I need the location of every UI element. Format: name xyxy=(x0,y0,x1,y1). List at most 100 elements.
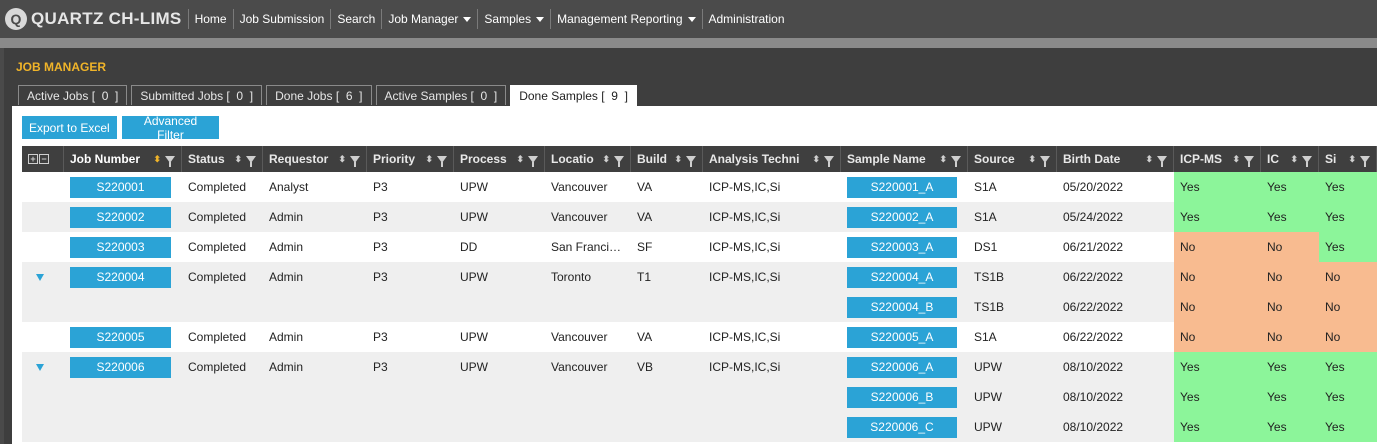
filter-icon[interactable] xyxy=(1360,155,1370,167)
nav-item-samples[interactable]: Samples xyxy=(477,9,550,29)
sample-name-button[interactable]: S220003_A xyxy=(847,236,957,258)
cell-process: UPW xyxy=(460,330,488,344)
column-header-si[interactable]: Si ⬍ xyxy=(1319,146,1377,172)
sample-name-button[interactable]: S220004_A xyxy=(847,266,957,288)
column-header-technique[interactable]: Analysis Techni ⬍ xyxy=(703,146,841,172)
column-header-status[interactable]: Status ⬍ xyxy=(182,146,263,172)
sample-name-button[interactable]: S220006_A xyxy=(847,356,957,378)
cell-process xyxy=(454,292,545,322)
cell-source: UPW xyxy=(974,420,1002,434)
nav-item-job-manager[interactable]: Job Manager xyxy=(381,9,477,29)
job-number-button[interactable]: S220002 xyxy=(70,206,171,228)
filter-icon[interactable] xyxy=(951,155,961,167)
filter-icon[interactable] xyxy=(437,155,447,167)
cell-source: DS1 xyxy=(974,240,998,254)
filter-icon[interactable] xyxy=(165,155,175,167)
column-header-location[interactable]: Locatio ⬍ xyxy=(545,146,631,172)
job-number-button[interactable]: S220005 xyxy=(70,326,171,348)
nav-item-label: Management Reporting xyxy=(557,12,683,26)
filter-icon[interactable] xyxy=(528,155,538,167)
column-header-job[interactable]: Job Number ⬍ xyxy=(64,146,182,172)
collapse-all-icon[interactable]: − xyxy=(39,154,49,164)
row-expand-cell[interactable] xyxy=(22,352,64,382)
column-header-requestor[interactable]: Requestor ⬍ xyxy=(263,146,367,172)
sort-icon[interactable]: ⬍ xyxy=(602,154,610,165)
sample-name-button[interactable]: S220004_B xyxy=(847,296,957,318)
export-excel-button[interactable]: Export to Excel xyxy=(22,116,117,139)
cell-icpms: Yes xyxy=(1174,172,1261,202)
filter-icon[interactable] xyxy=(1302,155,1312,167)
sort-icon[interactable]: ⬍ xyxy=(1290,154,1298,165)
cell-job: S220005 xyxy=(64,322,182,352)
filter-icon[interactable] xyxy=(246,155,256,167)
cell-priority xyxy=(367,382,454,412)
cell-technique: ICP-MS,IC,Si xyxy=(709,360,781,374)
job-number-button[interactable]: S220004 xyxy=(70,266,171,288)
nav-item-home[interactable]: Home xyxy=(187,9,233,29)
column-header-ic[interactable]: IC ⬍ xyxy=(1261,146,1319,172)
sort-icon[interactable]: ⬍ xyxy=(234,154,242,165)
cell-priority: P3 xyxy=(373,270,388,284)
column-header-process[interactable]: Process ⬍ xyxy=(454,146,545,172)
nav-item-management-reporting[interactable]: Management Reporting xyxy=(550,9,701,29)
expand-all-icon[interactable]: + xyxy=(28,154,38,164)
sort-icon[interactable]: ⬍ xyxy=(338,154,346,165)
filter-icon[interactable] xyxy=(1040,155,1050,167)
filter-icon[interactable] xyxy=(1244,155,1254,167)
sort-icon[interactable]: ⬍ xyxy=(516,154,524,165)
sample-name-button[interactable]: S220006_C xyxy=(847,416,957,438)
sort-icon[interactable]: ⬍ xyxy=(425,154,433,165)
sort-icon[interactable]: ⬍ xyxy=(674,154,682,165)
column-header-sample[interactable]: Sample Name ⬍ xyxy=(841,146,968,172)
cell-source: S1A xyxy=(974,180,997,194)
sample-name-button[interactable]: S220005_A xyxy=(847,326,957,348)
nav-item-administration[interactable]: Administration xyxy=(701,9,791,29)
column-header-priority[interactable]: Priority ⬍ xyxy=(367,146,454,172)
cell-process: UPW xyxy=(460,180,488,194)
sort-icon[interactable]: ⬍ xyxy=(1145,154,1153,165)
sort-icon[interactable]: ⬍ xyxy=(1232,154,1240,165)
column-header-birth[interactable]: Birth Date ⬍ xyxy=(1057,146,1174,172)
nav-item-job-submission[interactable]: Job Submission xyxy=(232,9,331,29)
column-header-source[interactable]: Source ⬍ xyxy=(968,146,1057,172)
tab-4[interactable]: Done Samples [ 9 ] xyxy=(510,85,637,106)
sample-name-button[interactable]: S220002_A xyxy=(847,206,957,228)
cell-requestor xyxy=(263,412,367,442)
cell-si: Yes xyxy=(1319,352,1377,382)
tab-1[interactable]: Submitted Jobs [ 0 ] xyxy=(131,85,263,105)
sort-icon[interactable]: ⬍ xyxy=(939,154,947,165)
sample-name-button[interactable]: S220006_B xyxy=(847,386,957,408)
sort-icon[interactable]: ⬍ xyxy=(1348,154,1356,165)
filter-icon[interactable] xyxy=(350,155,360,167)
filter-icon[interactable] xyxy=(824,155,834,167)
column-header-icpms[interactable]: ICP-MS ⬍ xyxy=(1174,146,1261,172)
tab-0[interactable]: Active Jobs [ 0 ] xyxy=(18,85,128,105)
nav-item-search[interactable]: Search xyxy=(330,9,381,29)
app-logo[interactable]: Q QUARTZ CH-LIMS xyxy=(0,0,182,38)
sort-icon[interactable]: ⬍ xyxy=(153,154,161,165)
sample-name-button[interactable]: S220001_A xyxy=(847,176,957,198)
cell-build: VA xyxy=(637,210,653,224)
expand-collapse-all[interactable]: + − xyxy=(22,146,64,172)
filter-icon[interactable] xyxy=(686,155,696,167)
row-expand-cell xyxy=(22,232,64,262)
filter-icon[interactable] xyxy=(614,155,624,167)
sort-icon[interactable]: ⬍ xyxy=(1028,154,1036,165)
sort-icon[interactable]: ⬍ xyxy=(812,154,820,165)
job-number-button[interactable]: S220006 xyxy=(70,356,171,378)
advanced-filter-button[interactable]: Advanced Filter xyxy=(122,114,219,142)
tab-3[interactable]: Active Samples [ 0 ] xyxy=(375,85,507,105)
table-row: S220004_B TS1B 06/22/2022 No No No xyxy=(22,292,1377,322)
expand-row-icon[interactable] xyxy=(36,363,44,371)
filter-icon[interactable] xyxy=(1157,155,1167,167)
row-expand-cell[interactable] xyxy=(22,262,64,292)
job-number-button[interactable]: S220001 xyxy=(70,176,171,198)
column-header-build[interactable]: Build ⬍ xyxy=(631,146,703,172)
cell-icpms: No xyxy=(1174,262,1261,292)
expand-row-icon[interactable] xyxy=(36,273,44,281)
samples-grid: + − Job Number ⬍ Status ⬍ Requestor ⬍ Priority ⬍ P… xyxy=(22,146,1377,442)
cell-process: UPW xyxy=(460,210,488,224)
cell-icpms: No xyxy=(1174,232,1261,262)
job-number-button[interactable]: S220003 xyxy=(70,236,171,258)
tab-2[interactable]: Done Jobs [ 6 ] xyxy=(266,85,372,105)
